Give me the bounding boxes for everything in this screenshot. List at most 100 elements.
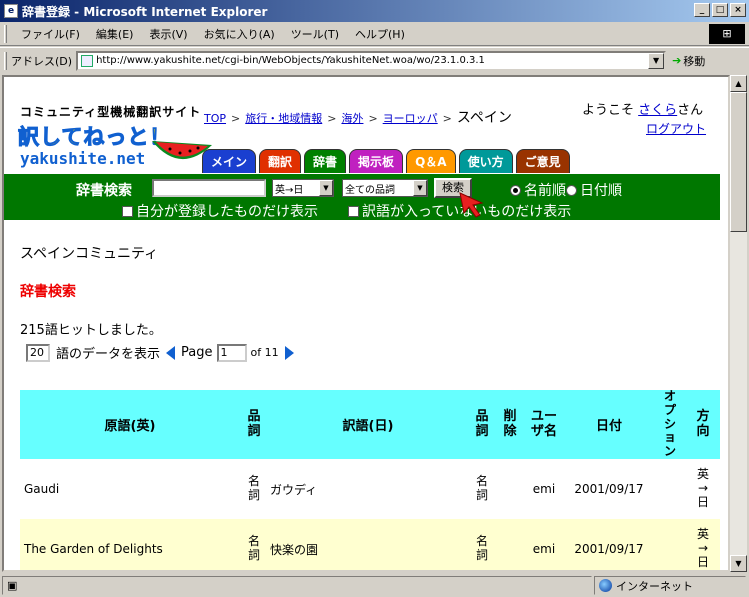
main-nav-tabs: メイン 翻訳 辞書 掲示板 Q＆A 使い方 ご意見 (202, 149, 570, 173)
scroll-down-button[interactable]: ▼ (730, 555, 747, 572)
col-user: ユーザ名 (524, 390, 564, 460)
col-date: 日付 (564, 390, 654, 460)
search-input[interactable] (152, 179, 266, 197)
col-pos1: 品詞 (240, 390, 268, 460)
close-button[interactable]: × (730, 3, 746, 17)
cell-user-text: emi (532, 542, 556, 557)
breadcrumb-travel[interactable]: 旅行・地域情報 (245, 110, 322, 126)
prev-page-icon[interactable] (166, 345, 176, 360)
sort-date-label: 日付順 (580, 183, 622, 199)
globe-icon (599, 579, 612, 592)
scroll-up-button[interactable]: ▲ (730, 75, 747, 92)
per-page-label: 語のデータを表示 (56, 347, 161, 362)
radio-off-icon (566, 184, 577, 196)
toolbar-grip (4, 24, 7, 43)
site-logo[interactable]: 訳してねっと！ (17, 121, 171, 151)
breadcrumb-sep: > (231, 112, 241, 125)
breadcrumb-overseas[interactable]: 海外 (341, 110, 363, 126)
cell-del (496, 519, 524, 570)
sort-date-radio[interactable]: 日付順 (566, 180, 622, 200)
go-button[interactable]: ➔ 移動 (672, 53, 705, 69)
cell-pos2-text: 名詞 (475, 534, 488, 563)
cell-user-text: emi (532, 482, 556, 497)
user-name-link[interactable]: さくら (638, 103, 677, 118)
window-title: 辞書登録 - Microsoft Internet Explorer (22, 4, 268, 19)
cell-dir: 英→日 (686, 519, 720, 570)
page-loaded-icon: ▣ (7, 579, 18, 592)
cell-dir: 英→日 (686, 459, 720, 520)
breadcrumb-top[interactable]: TOP (204, 112, 226, 125)
tab-2[interactable]: 辞書 (304, 149, 347, 173)
cell-dir-text: 英→日 (696, 527, 709, 570)
menu-bar: ファイル(F) 編集(E) 表示(V) お気に入り(A) ツール(T) ヘルプ(… (0, 22, 749, 46)
tab-0[interactable]: メイン (202, 149, 257, 173)
tab-4[interactable]: Q＆A (406, 149, 456, 173)
pos-value: 全ての品詞 (345, 184, 395, 196)
pointer-arrow-icon (459, 192, 484, 218)
cell-pos2-text: 名詞 (475, 474, 488, 503)
checkbox-icon (348, 205, 359, 217)
chevron-down-icon: ▼ (413, 180, 427, 196)
site-domain: yakushite.net (20, 149, 146, 168)
checkbox-icon (122, 205, 133, 217)
cell-dir-text: 英→日 (696, 467, 709, 510)
radio-on-icon (510, 184, 521, 196)
zone-label: インターネット (616, 579, 693, 593)
cell-del (496, 459, 524, 520)
breadcrumb-current: スペイン (456, 110, 512, 126)
pos-select[interactable]: 全ての品詞 ▼ (342, 179, 428, 197)
status-zone: インターネット (594, 576, 746, 595)
maximize-button[interactable]: □ (712, 3, 728, 17)
status-bar: ▣ インターネット (0, 574, 749, 597)
menu-help[interactable]: ヘルプ(H) (347, 26, 413, 42)
cell-date-text: 2001/09/17 (574, 542, 644, 557)
go-label: 移動 (683, 54, 706, 68)
col-user-label: ユーザ名 (530, 408, 557, 439)
breadcrumb-europe[interactable]: ヨーロッパ (383, 110, 438, 126)
cell-pos1: 名詞 (240, 459, 268, 520)
logout-link[interactable]: ログアウト (646, 120, 706, 137)
breadcrumb: TOP > 旅行・地域情報 > 海外 > ヨーロッパ > スペイン (204, 107, 512, 127)
menu-edit[interactable]: 編集(E) (88, 26, 142, 42)
tab-3[interactable]: 掲示板 (349, 149, 404, 173)
tab-6[interactable]: ご意見 (515, 149, 570, 173)
pager: 20 語のデータを表示 Page 1 of 11 (26, 343, 300, 362)
sort-name-radio[interactable]: 名前順 (510, 180, 566, 200)
direction-select[interactable]: 英→日 ▼ (272, 179, 334, 197)
page-icon (81, 54, 94, 67)
breadcrumb-sep: > (368, 112, 378, 125)
address-dropdown-button[interactable]: ▼ (648, 52, 665, 69)
col-pos2-label: 品詞 (475, 408, 489, 439)
tab-1[interactable]: 翻訳 (259, 149, 302, 173)
cell-dst: ガウディ (268, 459, 468, 520)
cell-date-text: 2001/09/17 (574, 482, 644, 497)
cell-pos1: 名詞 (240, 519, 268, 570)
table-row: The Garden of Delights 名詞 快楽の園 名詞 emi 2001/09… (20, 519, 720, 570)
hit-count: 215語ヒットしました。 (20, 323, 162, 338)
search-bar: 辞書検索 英→日 ▼ 全ての品詞 ▼ 検索 名前順 日付順 自分が登録したものだ… (4, 174, 720, 220)
cell-user: emi (524, 459, 564, 520)
address-input[interactable]: http://www.yakushite.net/cgi-bin/WebObje… (76, 50, 667, 71)
cell-date: 2001/09/17 (564, 519, 654, 570)
scroll-thumb[interactable] (730, 92, 747, 232)
menu-file[interactable]: ファイル(F) (13, 26, 88, 42)
next-page-icon[interactable] (284, 345, 294, 360)
mine-only-checkbox[interactable]: 自分が登録したものだけ表示 (122, 201, 318, 221)
per-page-input[interactable]: 20 (26, 343, 50, 362)
col-dir: 方向 (686, 390, 720, 460)
ie-page-icon: e (4, 4, 18, 18)
minimize-button[interactable]: _ (694, 3, 710, 17)
menu-tools[interactable]: ツール(T) (283, 26, 347, 42)
menu-favorites[interactable]: お気に入り(A) (196, 26, 283, 42)
address-label: アドレス(D) (11, 54, 73, 68)
col-del: 削除 (496, 390, 524, 460)
breadcrumb-sep: > (442, 112, 452, 125)
cell-option (654, 459, 686, 520)
page-input[interactable]: 1 (216, 343, 247, 362)
menu-view[interactable]: 表示(V) (141, 26, 195, 42)
tab-5[interactable]: 使い方 (458, 149, 513, 173)
vertical-scrollbar[interactable]: ▲ ▼ (730, 75, 747, 572)
direction-value: 英→日 (275, 184, 304, 196)
cell-date: 2001/09/17 (564, 459, 654, 520)
table-row: Gaudi 名詞 ガウディ 名詞 emi 2001/09/17 英→日 (20, 459, 720, 520)
